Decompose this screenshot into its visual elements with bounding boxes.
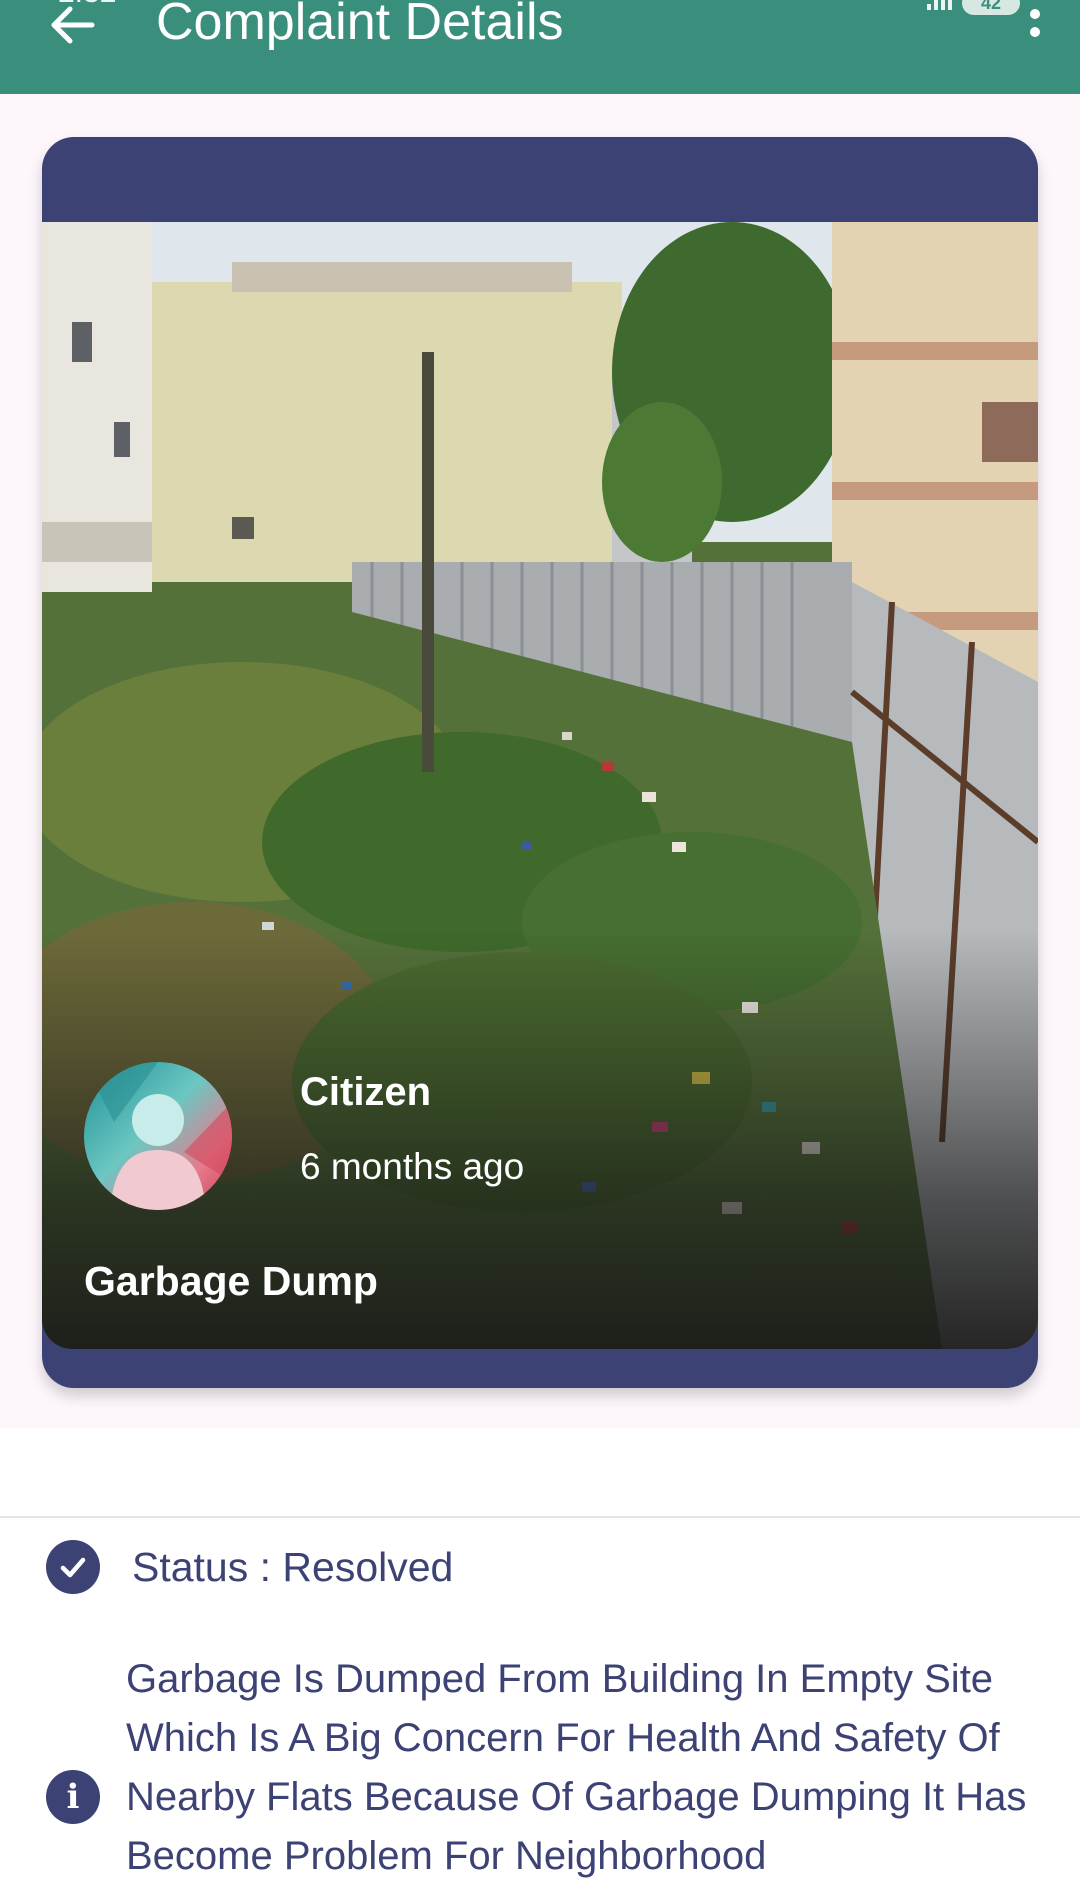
status-row: Status : Resolved (46, 1540, 453, 1594)
more-vert-icon (1030, 9, 1040, 19)
status-bar-icons: 42 (926, 0, 1020, 16)
back-button[interactable] (42, 0, 102, 50)
back-arrow-icon (51, 6, 95, 44)
status-text: Status : Resolved (132, 1543, 454, 1590)
complaint-photo (42, 222, 1038, 1349)
page-title: Complaint Details (156, 0, 564, 51)
more-vert-icon-dot (1030, 27, 1040, 37)
check-circle-icon (46, 1540, 100, 1594)
app-bar: 2:32 42 Complaint Details (0, 0, 1080, 94)
complaint-details-section: Status : Resolved i Garbage Is Dumped Fr… (0, 1428, 1080, 1903)
more-options-button[interactable] (1018, 0, 1052, 46)
info-icon: i (46, 1770, 100, 1824)
divider (0, 1516, 1080, 1518)
photo-scrim (42, 929, 1038, 1349)
complaint-description: Garbage Is Dumped From Building In Empty… (126, 1657, 1027, 1878)
signal-icon (926, 0, 952, 16)
battery-indicator: 42 (962, 0, 1020, 15)
complaint-card[interactable] (42, 137, 1038, 1388)
